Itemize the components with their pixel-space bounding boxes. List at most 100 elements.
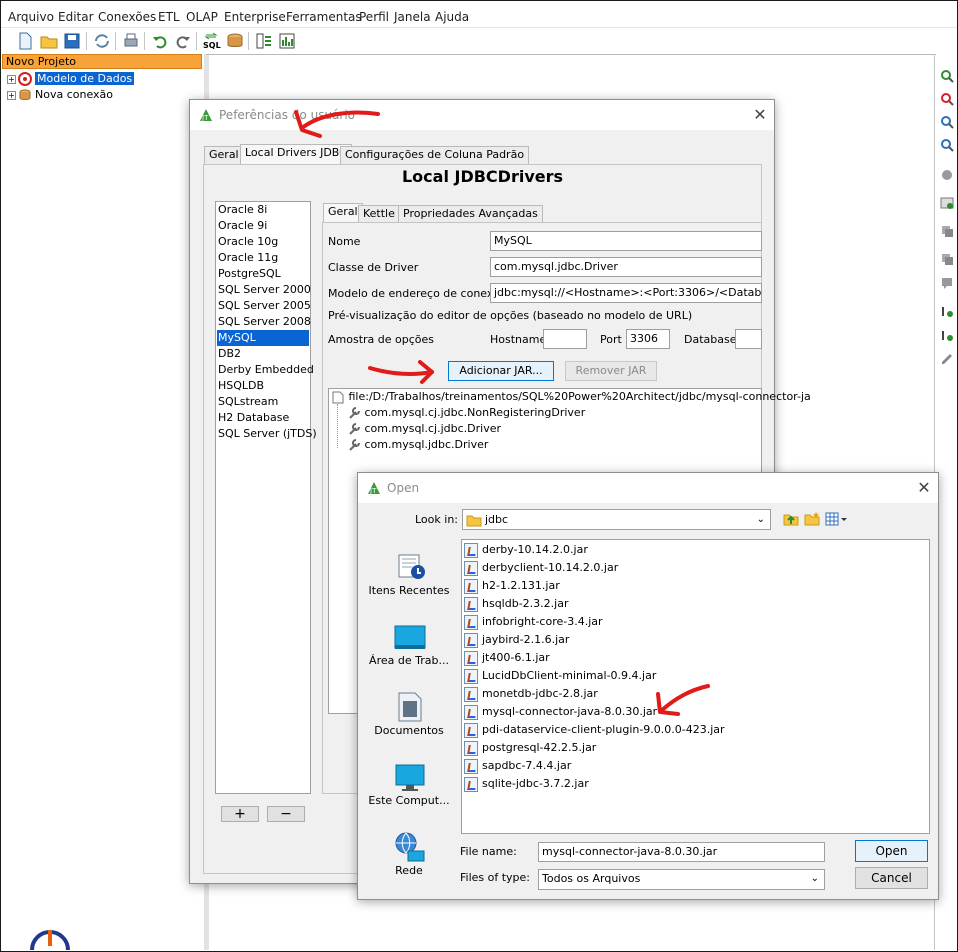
file-item-mysql-connector[interactable]: mysql-connector-java-8.0.30.jar [464,703,657,721]
menu-ajuda[interactable]: Ajuda [435,10,469,24]
file-item[interactable]: derbyclient-10.14.2.0.jar [464,559,618,577]
file-item[interactable]: sapdbc-7.4.4.jar [464,757,571,775]
driver-list[interactable]: Oracle 8i Oracle 9i Oracle 10g Oracle 11… [215,201,317,794]
jar-class-row[interactable]: com.mysql.jdbc.Driver [347,438,488,452]
print-icon[interactable] [121,31,141,51]
file-list[interactable]: derby-10.14.2.0.jar derbyclient-10.14.2.… [461,539,930,834]
driver-item[interactable]: H2 Database [217,410,309,426]
driver-item[interactable]: DB2 [217,346,309,362]
file-item[interactable]: jt400-6.1.jar [464,649,550,667]
menu-janela[interactable]: Janela [394,10,431,24]
driver-item[interactable]: Oracle 8i [217,202,309,218]
cancel-button[interactable]: Cancel [855,867,928,889]
this-computer-icon[interactable] [394,763,426,793]
copy-icon[interactable] [940,224,954,238]
documents-icon[interactable] [397,691,423,723]
menu-conexoes[interactable]: Conexões [98,10,156,24]
add-relationship-icon[interactable] [940,304,954,318]
filename-input[interactable]: mysql-connector-java-8.0.30.jar [538,842,825,862]
new-file-icon[interactable] [15,31,35,51]
driver-item[interactable]: Oracle 9i [217,218,309,234]
zoom-reset-icon[interactable] [940,138,954,152]
tab-geral[interactable]: Geral [204,146,244,164]
file-item[interactable]: LucidDbClient-minimal-0.9.4.jar [464,667,656,685]
add-table-icon[interactable] [940,196,954,210]
expand-icon[interactable]: + [7,74,16,84]
redo-icon[interactable] [173,31,193,51]
comment-icon[interactable] [940,276,954,290]
table-tool-icon[interactable] [940,168,954,182]
driver-item[interactable]: SQLstream [217,394,309,410]
compare-icon[interactable] [254,31,274,51]
menu-perfil[interactable]: Perfil [359,10,389,24]
desktop-icon[interactable] [394,625,426,651]
remove-driver-button[interactable]: − [267,806,305,822]
lookin-combobox[interactable]: jdbc ⌄ [462,509,771,530]
file-item[interactable]: sqlite-jdbc-3.7.2.jar [464,775,589,793]
preferences-titlebar[interactable]: JT Peferências do usuário ✕ [190,100,774,130]
remove-jar-button[interactable]: Remover JAR [565,361,657,381]
place-documents[interactable]: Documentos [368,724,450,737]
recent-items-icon[interactable] [396,551,426,581]
port-field[interactable]: 3306 [626,329,670,349]
tree-item-data-model[interactable]: + Modelo de Dados [7,71,135,87]
menu-ferramentas[interactable]: Ferramentas [286,10,362,24]
driver-item[interactable]: SQL Server 2000 [217,282,311,298]
jar-path-row[interactable]: file:/D:/Trabalhos/treinamentos/SQL%20Po… [331,390,811,404]
tree-item-new-connection[interactable]: + Nova conexão [7,87,113,103]
subtab-geral[interactable]: Geral [323,203,363,223]
zoom-in-icon[interactable] [940,69,954,83]
driver-item[interactable]: SQL Server 2008 [217,314,311,330]
open-folder-icon[interactable] [39,31,59,51]
view-menu-icon[interactable] [825,511,847,527]
jar-class-row[interactable]: com.mysql.cj.jdbc.Driver [347,422,501,436]
report-icon[interactable] [277,31,297,51]
file-item[interactable]: monetdb-jdbc-2.8.jar [464,685,598,703]
add-driver-button[interactable]: + [221,806,259,822]
driver-item[interactable]: SQL Server 2005 [217,298,311,314]
add-identifying-relationship-icon[interactable] [940,328,954,342]
place-this-computer[interactable]: Este Comput... [368,794,450,807]
name-field[interactable]: MySQL [490,231,762,251]
database-field[interactable] [735,329,762,349]
close-button[interactable]: ✕ [914,478,934,498]
jar-class-row[interactable]: com.mysql.cj.jdbc.NonRegisteringDriver [347,406,585,420]
menu-etl[interactable]: ETL [158,10,180,24]
subtab-propriedades-avancadas[interactable]: Propriedades Avançadas [398,205,543,223]
hostname-field[interactable] [543,329,587,349]
url-template-field[interactable]: jdbc:mysql://<Hostname>:<Port:3306>/<Dat… [490,283,762,303]
open-titlebar[interactable]: JT Open ✕ [358,473,938,503]
undo-icon[interactable] [150,31,170,51]
expand-icon[interactable]: + [7,90,16,100]
driver-item[interactable]: Derby Embedded [217,362,314,378]
driver-class-field[interactable]: com.mysql.jdbc.Driver [490,257,762,277]
new-folder-icon[interactable] [804,511,820,527]
up-folder-icon[interactable] [783,511,799,527]
zoom-fit-icon[interactable] [940,115,954,129]
database-icon[interactable] [225,31,245,51]
file-item[interactable]: pdi-dataservice-client-plugin-9.0.0.0-42… [464,721,725,739]
place-network[interactable]: Rede [368,864,450,877]
file-item[interactable]: h2-1.2.131.jar [464,577,560,595]
chevron-down-icon[interactable]: ⌄ [811,870,819,888]
driver-item[interactable]: Oracle 11g [217,250,309,266]
network-icon[interactable] [394,831,426,863]
filetype-combobox[interactable]: Todos os Arquivos ⌄ [538,869,825,890]
driver-item[interactable]: HSQLDB [217,378,309,394]
file-item[interactable]: derby-10.14.2.0.jar [464,541,588,559]
menu-arquivo[interactable]: Arquivo [8,10,54,24]
file-item[interactable]: hsqldb-2.3.2.jar [464,595,568,613]
subtab-kettle[interactable]: Kettle [358,205,400,223]
sql-icon[interactable]: SQL [202,31,222,51]
close-button[interactable]: ✕ [750,105,770,125]
refresh-icon[interactable] [92,31,112,51]
place-desktop[interactable]: Área de Trab... [368,654,450,667]
driver-item[interactable]: Oracle 10g [217,234,309,250]
file-item[interactable]: jaybird-2.1.6.jar [464,631,569,649]
menu-editar[interactable]: Editar [58,10,94,24]
save-icon[interactable] [62,31,82,51]
driver-item[interactable]: SQL Server (jTDS) [217,426,317,442]
menu-olap[interactable]: OLAP [186,10,218,24]
chevron-down-icon[interactable]: ⌄ [757,510,765,529]
menu-enterprise[interactable]: Enterprise [224,10,286,24]
